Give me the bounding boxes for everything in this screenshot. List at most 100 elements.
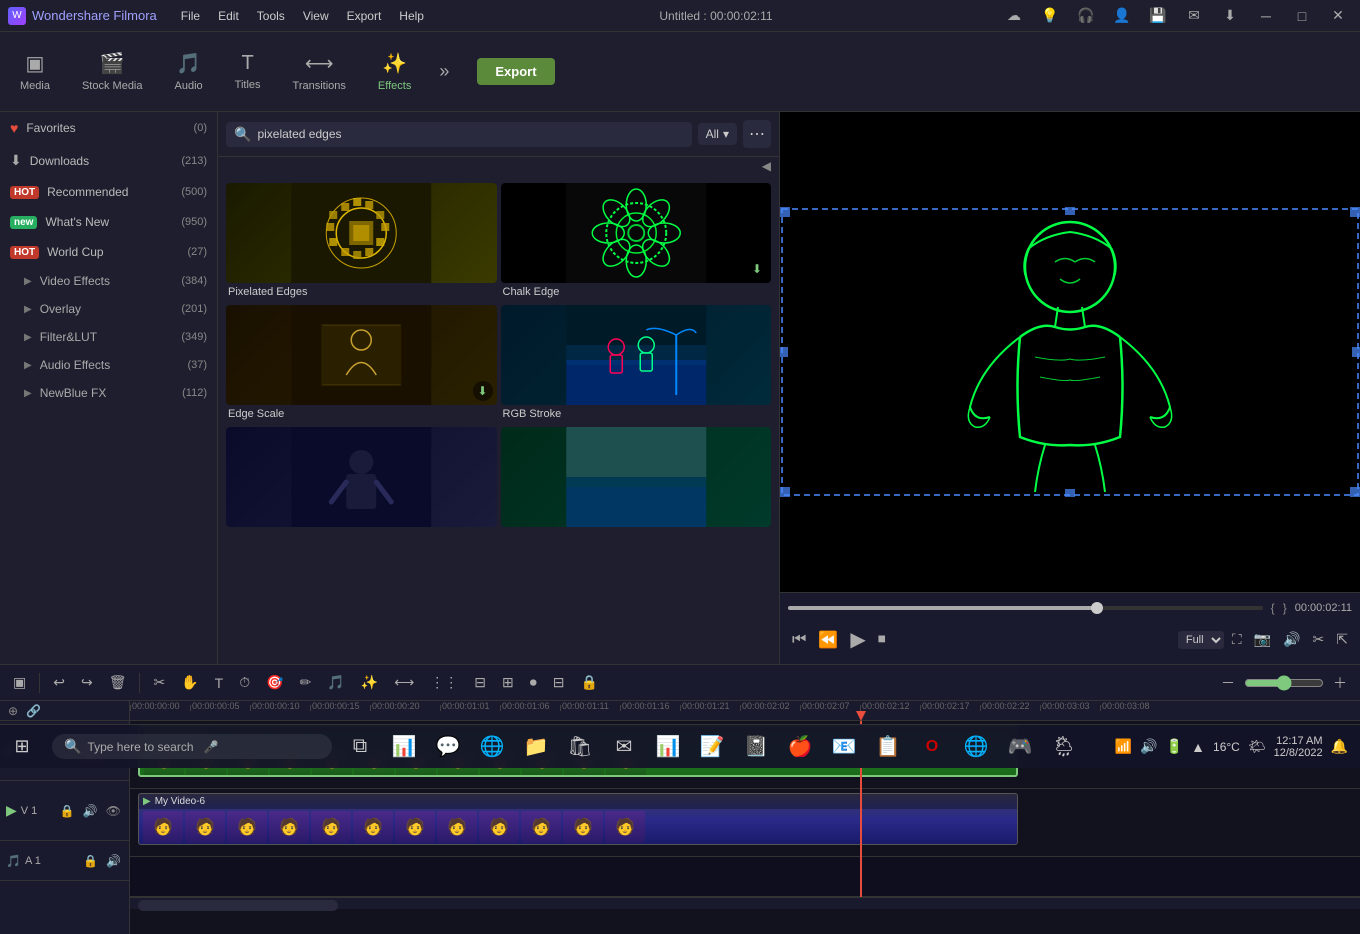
crop-button[interactable]: ✂ xyxy=(1309,627,1329,652)
save-button[interactable]: 💾 xyxy=(1144,5,1172,27)
search-input-wrapper[interactable]: 🔍 xyxy=(226,122,692,147)
add-track-button[interactable]: ⊕ xyxy=(6,702,20,720)
tl-grid-button[interactable]: ▣ xyxy=(8,671,31,694)
timeline-scrollbar[interactable] xyxy=(138,900,338,911)
tl-audio-button[interactable]: 🎵 xyxy=(322,671,349,694)
tl-text-button[interactable]: T xyxy=(210,672,229,694)
taskbar-ppt[interactable]: 📋 xyxy=(868,727,908,767)
sidebar-item-favorites[interactable]: ♥ Favorites (0) xyxy=(0,112,217,144)
taskbar-edge[interactable]: 🌐 xyxy=(472,727,512,767)
effect-card-pixelated-edges[interactable]: Pixelated Edges xyxy=(226,183,497,301)
taskbar-file-explorer[interactable]: 📁 xyxy=(516,727,556,767)
tl-split-button[interactable]: ⋮⋮ xyxy=(425,671,463,694)
play-button[interactable]: ▶ xyxy=(846,623,869,656)
battery-icon[interactable]: 🔋 xyxy=(1166,738,1183,755)
scrubber-thumb[interactable] xyxy=(1091,602,1103,614)
notifications-icon[interactable]: 🔔 xyxy=(1331,738,1348,755)
expand-button[interactable]: ⇱ xyxy=(1332,627,1352,652)
effect-card-5[interactable] xyxy=(226,427,497,533)
taskbar-onenote[interactable]: 📓 xyxy=(736,727,776,767)
menu-view[interactable]: View xyxy=(295,5,337,27)
sidebar-item-video-effects[interactable]: ▶ Video Effects (384) xyxy=(0,267,217,295)
taskbar-app3[interactable]: 🎮 xyxy=(1000,727,1040,767)
tl-speed-button[interactable]: ⏱ xyxy=(234,671,255,694)
zoom-slider[interactable] xyxy=(1244,675,1324,691)
zoom-out-button[interactable]: － xyxy=(1216,670,1240,696)
effect-card-edge-scale[interactable]: ⬇ Edge Scale xyxy=(226,305,497,423)
download-button[interactable]: ⬇ xyxy=(1216,5,1244,27)
sidebar-item-audio-effects[interactable]: ▶ Audio Effects (37) xyxy=(0,351,217,379)
toolbar-audio[interactable]: 🎵 Audio xyxy=(167,47,211,96)
close-button[interactable]: ✕ xyxy=(1324,5,1352,27)
toolbar-effects[interactable]: ✨ Effects xyxy=(370,47,419,96)
tl-transition-button[interactable]: ⟷ xyxy=(389,671,419,694)
tl-cut-button[interactable]: ✂ xyxy=(148,671,170,694)
v1-lock-button[interactable]: 🔒 xyxy=(58,802,77,820)
quality-select[interactable]: Full 1/2 1/4 xyxy=(1178,631,1224,649)
tl-record-button[interactable]: ⏺ xyxy=(525,671,542,694)
taskbar-app2[interactable]: 📧 xyxy=(824,727,864,767)
taskbar-chat[interactable]: 💬 xyxy=(428,727,468,767)
taskbar-app1[interactable]: 🍎 xyxy=(780,727,820,767)
scroll-left-arrow[interactable]: ◀ xyxy=(762,159,771,173)
sidebar-item-whats-new[interactable]: new What's New (950) xyxy=(0,207,217,237)
sidebar-item-world-cup[interactable]: HOT World Cup (27) xyxy=(0,237,217,267)
network-icon[interactable]: 📶 xyxy=(1115,738,1132,755)
tl-select-button[interactable]: ✋ xyxy=(176,671,203,694)
headphone-button[interactable]: 🎧 xyxy=(1072,5,1100,27)
menu-tools[interactable]: Tools xyxy=(249,5,293,27)
tl-redo-button[interactable]: ↪ xyxy=(76,671,98,694)
volume-button[interactable]: 🔊 xyxy=(1279,627,1304,652)
v1-eye-button[interactable]: 👁 xyxy=(104,802,123,820)
taskbar-task-view[interactable]: ⧉ xyxy=(340,727,380,767)
cloud-button[interactable]: ☁ xyxy=(1000,5,1028,27)
stop-button[interactable]: ⏹ xyxy=(874,627,890,653)
up-arrow-icon[interactable]: ▲ xyxy=(1191,739,1205,755)
tl-effect-button[interactable]: ✨ xyxy=(356,671,383,694)
tl-group-button[interactable]: ⊟ xyxy=(548,671,570,694)
snapshot-button[interactable]: 📷 xyxy=(1250,627,1275,652)
effect-card-rgb-stroke[interactable]: RGB Stroke xyxy=(501,305,772,423)
taskbar-chrome[interactable]: 🌐 xyxy=(956,727,996,767)
a1-lock-button[interactable]: 🔒 xyxy=(81,852,100,870)
more-tools-button[interactable]: » xyxy=(435,57,453,86)
menu-edit[interactable]: Edit xyxy=(210,5,247,27)
sidebar-item-downloads[interactable]: ⬇ Downloads (213) xyxy=(0,144,217,177)
v1-volume-button[interactable]: 🔊 xyxy=(81,802,100,820)
sidebar-item-overlay[interactable]: ▶ Overlay (201) xyxy=(0,295,217,323)
taskbar-store[interactable]: 🛍 xyxy=(560,727,600,767)
toolbar-stock-media[interactable]: 🎬 Stock Media xyxy=(74,47,151,96)
tl-marker-button[interactable]: 🎯 xyxy=(261,671,288,694)
tl-pen-button[interactable]: ✏ xyxy=(295,671,317,694)
taskbar-word[interactable]: 📝 xyxy=(692,727,732,767)
volume-sys-icon[interactable]: 🔊 xyxy=(1140,738,1157,755)
toolbar-media[interactable]: ▣ Media xyxy=(12,47,58,96)
more-options-button[interactable]: ⋯ xyxy=(743,120,771,148)
time-date-display[interactable]: 12:17 AM 12/8/2022 xyxy=(1274,735,1323,759)
taskbar-excel[interactable]: 📊 xyxy=(648,727,688,767)
taskbar-mail[interactable]: ✉ xyxy=(604,727,644,767)
sidebar-item-filter-lut[interactable]: ▶ Filter&LUT (349) xyxy=(0,323,217,351)
menu-help[interactable]: Help xyxy=(391,5,432,27)
maximize-button[interactable]: □ xyxy=(1288,5,1316,27)
tl-pan-button[interactable]: ⊞ xyxy=(497,671,519,694)
sidebar-item-recommended[interactable]: HOT Recommended (500) xyxy=(0,177,217,207)
scrubber-track[interactable] xyxy=(788,606,1263,610)
clip-v1-my-video6[interactable]: ▶ My Video-6 🧑 🧑 🧑 🧑 🧑 🧑 🧑 🧑 xyxy=(138,793,1018,845)
taskbar-widgets[interactable]: 📊 xyxy=(384,727,424,767)
tl-lock-button[interactable]: 🔒 xyxy=(575,671,602,694)
start-button[interactable]: ⊞ xyxy=(0,725,44,769)
taskbar-search-bar[interactable]: 🔍 Type here to search 🎤 xyxy=(52,734,332,759)
menu-export[interactable]: Export xyxy=(339,5,390,27)
rewind-button[interactable]: ⏪ xyxy=(814,626,842,654)
taskbar-weather[interactable]: 🌦 xyxy=(1044,727,1084,767)
a1-volume-button[interactable]: 🔊 xyxy=(104,852,123,870)
prev-frame-button[interactable]: ⏮ xyxy=(788,627,810,653)
zoom-in-button[interactable]: ＋ xyxy=(1328,670,1352,696)
account-button[interactable]: 👤 xyxy=(1108,5,1136,27)
mail-button[interactable]: ✉ xyxy=(1180,5,1208,27)
menu-file[interactable]: File xyxy=(173,5,208,27)
bulb-button[interactable]: 💡 xyxy=(1036,5,1064,27)
tl-delete-button[interactable]: 🗑 xyxy=(104,671,132,694)
search-input[interactable] xyxy=(257,127,683,141)
